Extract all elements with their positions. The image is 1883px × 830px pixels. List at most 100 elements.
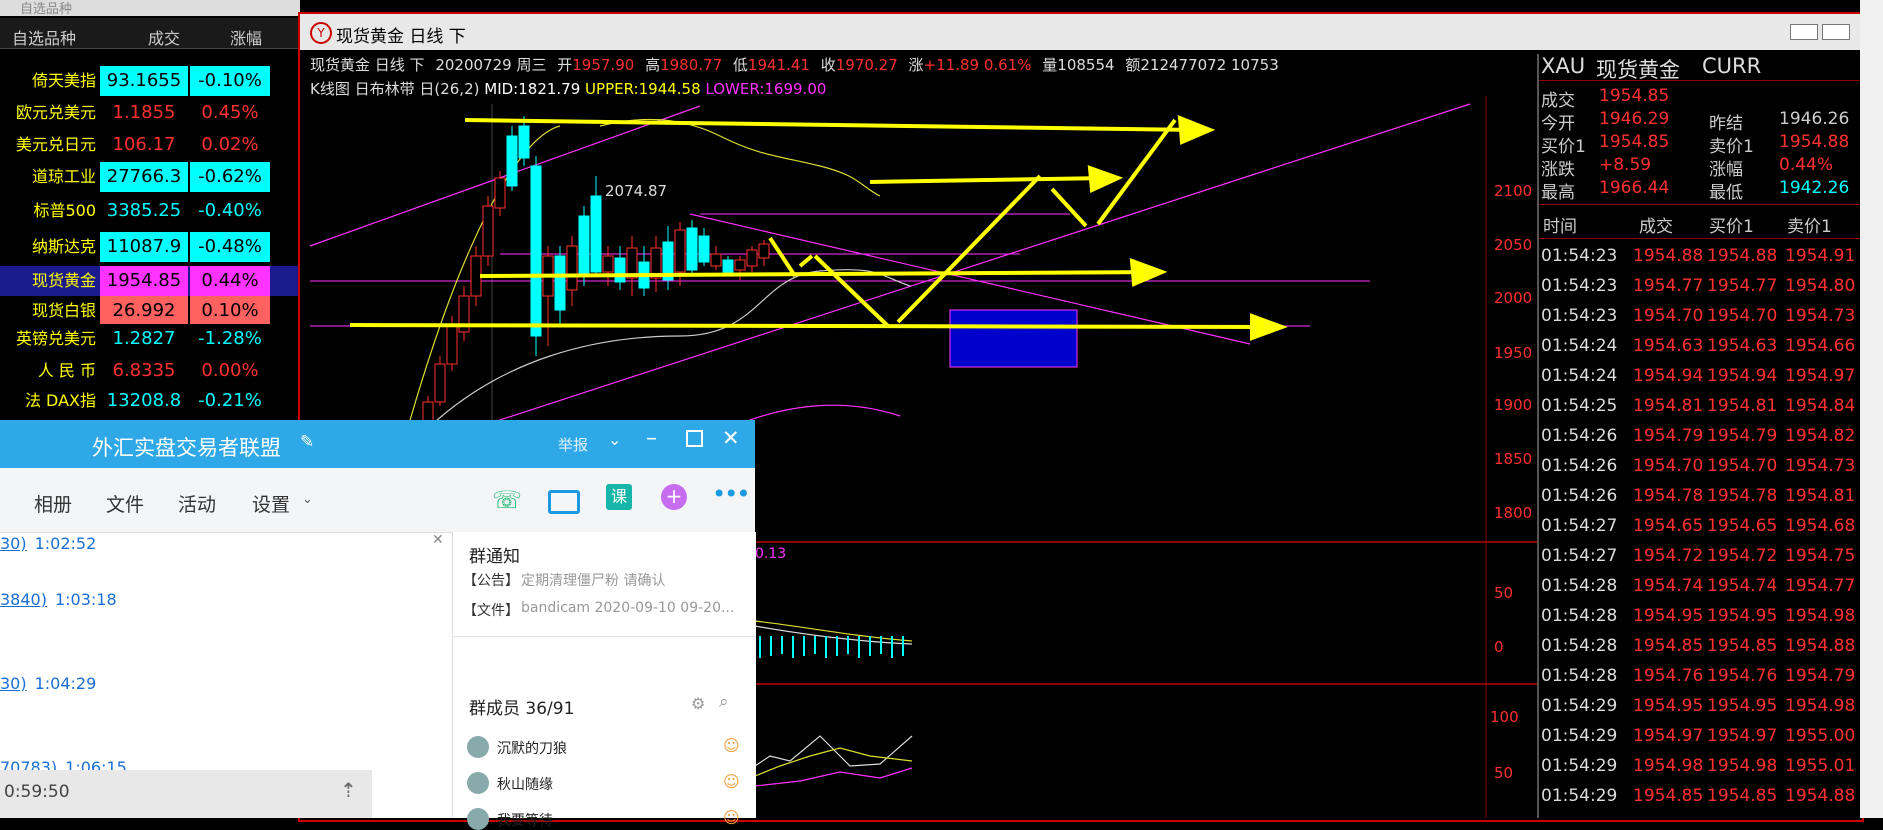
prev-label: 昨结	[1709, 114, 1743, 134]
close-icon[interactable]: ✕	[722, 426, 740, 450]
candle-body	[734, 259, 746, 271]
course-icon[interactable]: 课	[606, 484, 632, 510]
amt-label: 额	[1125, 56, 1141, 74]
tick-price: 1954.78	[1633, 486, 1704, 506]
message-sender[interactable]: 3840)	[0, 590, 47, 609]
close-notice-icon[interactable]: ✕	[432, 532, 444, 548]
header-name[interactable]: 自选品种	[12, 25, 76, 49]
candle-body	[614, 257, 626, 283]
tick-time: 01:54:28	[1541, 576, 1618, 596]
prev-value: 1946.26	[1779, 109, 1850, 129]
message-time: 1:03:18	[54, 590, 117, 609]
ind1-axis-50: 50	[1494, 584, 1513, 602]
avatar[interactable]	[467, 808, 489, 830]
candle-body	[710, 253, 722, 267]
watchlist-change: 0.02%	[190, 130, 270, 160]
chg-label: 涨跌	[1541, 160, 1575, 180]
app-logo-icon: Y	[310, 22, 332, 44]
tick-time: 01:54:23	[1541, 246, 1618, 266]
tick-time: 01:54:24	[1541, 336, 1618, 356]
low-value-q: 1942.26	[1779, 178, 1850, 198]
message-sender[interactable]: 30)	[0, 534, 27, 553]
vol-label: 量	[1042, 56, 1058, 74]
arrow-top	[464, 118, 1201, 132]
candle-body	[518, 125, 530, 159]
watchlist-row[interactable]: 标普500 3385.25 -0.40%	[0, 196, 300, 226]
restore-button[interactable]	[1822, 24, 1850, 40]
phone-icon[interactable]: ☏	[492, 486, 522, 514]
avatar[interactable]	[467, 772, 489, 794]
watchlist-change: 0.10%	[190, 296, 270, 326]
video-icon[interactable]	[548, 490, 580, 514]
watchlist-row[interactable]: 现货黄金 1954.85 0.44%	[0, 266, 300, 296]
watchlist-name: 欧元兑美元	[15, 103, 96, 122]
tick-time: 01:54:23	[1541, 276, 1618, 296]
tick-price: 1954.79	[1633, 426, 1704, 446]
candle-body	[494, 177, 506, 209]
tab-files[interactable]: 文件	[106, 490, 144, 517]
watchlist-price: 26.992	[100, 296, 188, 326]
close-label: 收	[820, 56, 836, 74]
header-change[interactable]: 涨幅	[230, 25, 262, 49]
open-label: 开	[557, 56, 573, 74]
edit-icon[interactable]: ✎	[300, 432, 314, 452]
pct-value: 0.44%	[1779, 155, 1834, 175]
watchlist-change: -0.48%	[190, 232, 270, 262]
watchlist-row[interactable]: 法 DAX指 13208.8 -0.21%	[0, 386, 300, 416]
watchlist-row[interactable]: 英镑兑美元 1.2827 -1.28%	[0, 324, 300, 354]
header-price[interactable]: 成交	[148, 25, 180, 49]
open-label-q: 今开	[1541, 114, 1575, 134]
watchlist-top-title: 自选品种	[20, 2, 73, 17]
tick-bid: 1954.76	[1707, 666, 1778, 686]
member-name[interactable]: 我要等待	[497, 810, 553, 830]
tick-time: 01:54:28	[1541, 606, 1618, 626]
tab-settings[interactable]: 设置	[252, 490, 290, 517]
candle-body	[482, 205, 494, 257]
watchlist-row[interactable]: 美元兑日元 106.17 0.02%	[0, 130, 300, 160]
ind2-line-c	[754, 767, 913, 787]
watchlist-name: 纳斯达克	[31, 237, 96, 256]
member-settings-icon[interactable]: ⚙	[691, 694, 705, 713]
minimize-icon[interactable]: –	[646, 426, 657, 451]
member-name[interactable]: 沉默的刀狼	[497, 738, 567, 758]
tick-bid: 1954.70	[1707, 456, 1778, 476]
report-button[interactable]: 举报	[558, 434, 588, 455]
watchlist-row[interactable]: 人 民 币 6.8335 0.00%	[0, 356, 300, 386]
add-app-icon[interactable]: +	[661, 484, 687, 510]
chevron-down-icon[interactable]: ⌄	[608, 430, 621, 449]
tick-price: 1954.98	[1633, 756, 1704, 776]
candle-body	[722, 259, 734, 273]
pin-top-icon[interactable]: ⇡	[340, 778, 357, 802]
tick-bid: 1954.94	[1707, 366, 1778, 386]
chart-titlebar[interactable]: Y 现货黄金 日线 下	[300, 14, 1860, 50]
watchlist-name: 倚天美指	[31, 71, 96, 90]
watchlist-row[interactable]: 道琼工业 27766.3 -0.62%	[0, 162, 300, 192]
chat-input-bar[interactable]: 0:59:50 ⇡	[0, 770, 372, 818]
watchlist-row[interactable]: 现货白银 26.992 0.10%	[0, 296, 300, 326]
tab-activity[interactable]: 活动	[178, 490, 216, 517]
chat-header[interactable]: 外汇实盘交易者联盟 ✎ 举报 ⌄ – ✕	[0, 420, 755, 468]
member-name[interactable]: 秋山随缘	[497, 774, 553, 794]
tick-ask: 1954.73	[1785, 306, 1856, 326]
maximize-icon[interactable]	[686, 430, 703, 447]
avatar[interactable]	[467, 736, 489, 758]
watchlist-row[interactable]: 倚天美指 93.1655 -0.10%	[0, 66, 300, 96]
tick-price: 1954.76	[1633, 666, 1704, 686]
tick-price: 1954.77	[1633, 276, 1704, 296]
search-icon[interactable]: ⌕	[719, 692, 729, 712]
minimize-button[interactable]	[1790, 24, 1818, 40]
arrow-2	[869, 176, 1109, 184]
message-sender[interactable]: 30)	[0, 674, 27, 693]
tick-divider	[1539, 204, 1862, 205]
file-text[interactable]: bandicam 2020-09-10 09-20...	[521, 600, 734, 616]
tick-ask: 1955.01	[1785, 756, 1856, 776]
zig-2	[798, 254, 814, 268]
tab-album[interactable]: 相册	[34, 490, 72, 517]
zig-5	[1050, 187, 1088, 228]
ind2-line-a	[754, 735, 913, 767]
watchlist-price: 106.17	[100, 130, 188, 160]
watchlist-row[interactable]: 纳斯达克 11087.9 -0.48%	[0, 232, 300, 262]
notice-text[interactable]: 定期清理僵尸粉 请确认	[521, 570, 665, 590]
watchlist-row[interactable]: 欧元兑美元 1.1855 0.45%	[0, 98, 300, 128]
more-icon[interactable]: •••	[712, 480, 750, 508]
